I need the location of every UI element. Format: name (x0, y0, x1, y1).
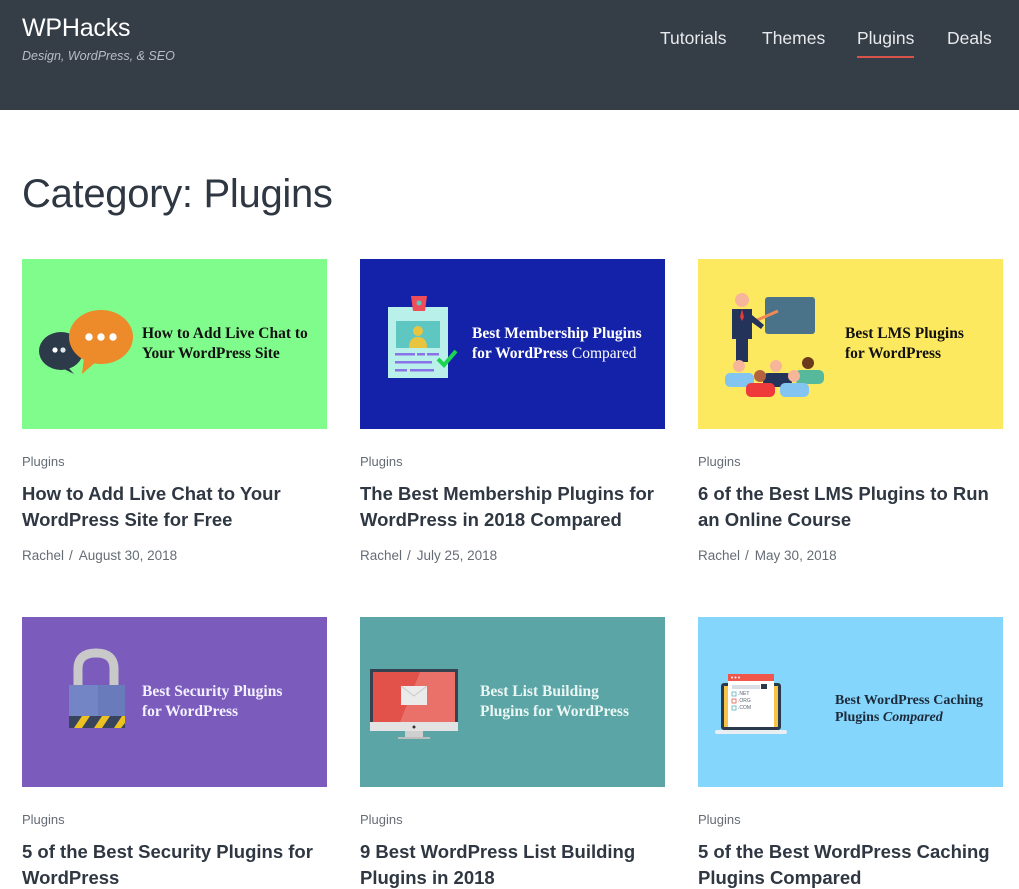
post-category-link[interactable]: Plugins (360, 812, 403, 827)
post-thumbnail[interactable]: .NET .ORG .COM Best WordPress Caching Pl… (698, 617, 1003, 787)
thumb-heading-line: Your WordPress Site (142, 344, 280, 362)
post-category-link[interactable]: Plugins (22, 454, 65, 469)
post-thumbnail[interactable]: Best List Building Plugins for WordPress (360, 617, 665, 787)
post-card: Best Membership Plugins for WordPress Co… (360, 259, 665, 563)
post-card: How to Add Live Chat to Your WordPress S… (22, 259, 327, 563)
thumb-heading-line: Plugins (835, 710, 883, 725)
meta-separator: / (69, 548, 73, 563)
post-meta: Rachel / August 30, 2018 (22, 548, 177, 563)
thumb-heading-line: Compared (882, 710, 943, 725)
meta-separator: / (745, 548, 749, 563)
thumb-heading-line: Best LMS Plugins (845, 325, 964, 342)
post-meta: Rachel / May 30, 2018 (698, 548, 837, 563)
thumb-heading-line: Best Membership Plugins (472, 325, 642, 342)
post-author-link[interactable]: Rachel (698, 548, 740, 563)
thumb-heading-line: for WordPress (142, 702, 239, 720)
post-card: Best LMS Plugins for WordPress Plugins 6… (698, 259, 1003, 563)
post-date-link[interactable]: May 30, 2018 (755, 548, 837, 563)
post-title-link[interactable]: 5 of the Best WordPress Caching Plugins … (698, 839, 998, 889)
thumb-heading-line: for WordPress (845, 344, 942, 362)
meta-separator: / (407, 548, 411, 563)
post-thumbnail[interactable]: How to Add Live Chat to Your WordPress S… (22, 259, 327, 429)
thumb-heading-line: How to Add Live Chat to (142, 325, 308, 342)
post-title-link[interactable]: The Best Membership Plugins for WordPres… (360, 481, 660, 533)
post-date-link[interactable]: August 30, 2018 (79, 548, 177, 563)
post-card: Best List Building Plugins for WordPress… (360, 617, 665, 888)
post-author-link[interactable]: Rachel (22, 548, 64, 563)
site-header: WPHacks Design, WordPress, & SEO Tutoria… (0, 0, 1019, 110)
page-title: Category: Plugins (22, 172, 333, 216)
nav-item-deals[interactable]: Deals (947, 28, 992, 49)
post-category-link[interactable]: Plugins (698, 812, 741, 827)
thumb-heading-line: Plugins for WordPress (480, 702, 629, 720)
post-title-link[interactable]: How to Add Live Chat to Your WordPress S… (22, 481, 322, 533)
thumb-heading-line: Best WordPress Caching (835, 693, 984, 708)
site-title-link[interactable]: WPHacks (22, 14, 131, 43)
post-category-link[interactable]: Plugins (22, 812, 65, 827)
nav-item-plugins[interactable]: Plugins (857, 28, 915, 58)
thumb-heading-line: Best List Building (480, 683, 599, 700)
post-category-link[interactable]: Plugins (360, 454, 403, 469)
site-tagline: Design, WordPress, & SEO (22, 49, 175, 63)
post-title-link[interactable]: 5 of the Best Security Plugins for WordP… (22, 839, 322, 889)
thumb-heading-line: Compared (568, 344, 637, 362)
post-card: .NET .ORG .COM Best WordPress Caching Pl… (698, 617, 1003, 888)
domain-label: .NET (738, 691, 750, 697)
domain-label: .ORG (738, 698, 751, 704)
post-meta: Rachel / July 25, 2018 (360, 548, 497, 563)
post-card: Best Security Plugins for WordPress Plug… (22, 617, 327, 888)
post-title-link[interactable]: 9 Best WordPress List Building Plugins i… (360, 839, 660, 889)
post-thumbnail[interactable]: Best Security Plugins for WordPress (22, 617, 327, 787)
post-category-link[interactable]: Plugins (698, 454, 741, 469)
nav-item-tutorials[interactable]: Tutorials (660, 28, 726, 49)
post-thumbnail[interactable]: Best LMS Plugins for WordPress (698, 259, 1003, 429)
post-author-link[interactable]: Rachel (360, 548, 402, 563)
post-thumbnail[interactable]: Best Membership Plugins for WordPress Co… (360, 259, 665, 429)
nav-item-themes[interactable]: Themes (762, 28, 825, 49)
post-title-link[interactable]: 6 of the Best LMS Plugins to Run an Onli… (698, 481, 998, 533)
domain-label: .COM (738, 705, 752, 711)
thumb-heading-line: for WordPress (472, 344, 569, 362)
domain-list: .NET .ORG .COM (738, 691, 751, 712)
thumb-heading-line: Best Security Plugins (142, 683, 283, 700)
post-date-link[interactable]: July 25, 2018 (417, 548, 497, 563)
